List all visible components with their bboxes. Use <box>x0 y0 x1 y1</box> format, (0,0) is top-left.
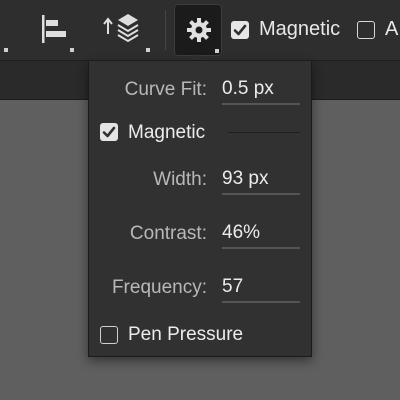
dropdown-indicator-icon <box>4 48 8 52</box>
dropdown-indicator-icon <box>146 48 150 52</box>
toolbar-separator <box>165 10 166 50</box>
section-divider <box>228 132 300 133</box>
pen-pressure-label[interactable]: Pen Pressure <box>128 324 243 346</box>
next-option-checkbox[interactable] <box>357 21 375 39</box>
popover-magnetic-checkbox[interactable] <box>100 123 118 141</box>
contrast-input[interactable]: 46% <box>222 219 300 249</box>
width-input[interactable]: 93 px <box>222 165 300 195</box>
checkmark-icon <box>102 126 116 138</box>
checkmark-icon <box>233 24 247 36</box>
popover-magnetic-label[interactable]: Magnetic <box>128 122 205 144</box>
gear-icon <box>187 18 211 42</box>
width-label: Width: <box>153 169 207 190</box>
curve-fit-label: Curve Fit: <box>124 79 207 100</box>
frequency-input[interactable]: 57 <box>222 273 300 303</box>
pen-pressure-checkbox[interactable] <box>100 326 118 344</box>
toolbar: Magnetic A <box>0 0 400 61</box>
next-option-label[interactable]: A <box>385 18 398 41</box>
magnetic-label[interactable]: Magnetic <box>259 18 340 41</box>
contrast-label: Contrast: <box>129 223 207 244</box>
curve-fit-input[interactable]: 0.5 px <box>222 75 300 105</box>
dropdown-indicator-icon <box>215 49 219 53</box>
align-left-icon[interactable] <box>40 14 70 46</box>
settings-popover: Curve Fit: 0.5 px Magnetic Width: 93 px … <box>88 60 312 357</box>
settings-button[interactable] <box>174 4 222 56</box>
dropdown-indicator-icon <box>70 48 74 52</box>
frequency-label: Frequency: <box>111 277 207 298</box>
arrange-layers-icon[interactable] <box>102 12 142 48</box>
magnetic-checkbox[interactable] <box>231 21 249 39</box>
